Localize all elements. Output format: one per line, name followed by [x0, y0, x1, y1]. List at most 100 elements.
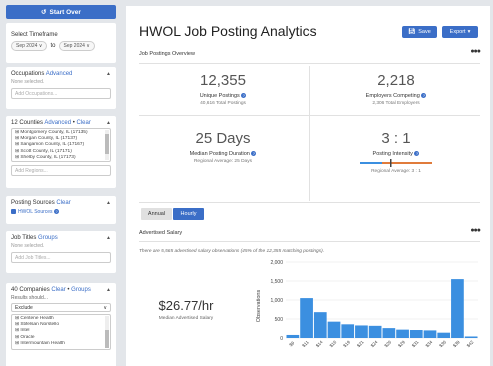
- page-title: HWOL Job Posting Analytics: [139, 23, 317, 39]
- intensity-stat: 3 : 1 Posting Intensity ? Regional Avera…: [316, 130, 476, 174]
- save-button[interactable]: 💾︎ Save: [402, 26, 437, 38]
- chart-bar[interactable]: [464, 336, 478, 338]
- help-icon[interactable]: ?: [241, 93, 247, 99]
- hwol-sources-checkbox[interactable]: HWOL Sources ?: [11, 209, 111, 215]
- undo-icon: ↺: [41, 9, 47, 16]
- timeframe-panel: Select Timeframe Sep 2024 ∨ to Sep 2024 …: [6, 23, 116, 63]
- tab-hourly[interactable]: Hourly: [173, 208, 204, 220]
- help-icon[interactable]: ?: [251, 151, 257, 157]
- median-salary-value: $26.77/hr: [158, 298, 214, 313]
- x-tick-label: $9: [288, 340, 295, 347]
- intensity-label: Posting Intensity: [372, 151, 413, 157]
- timeframe-to-select[interactable]: Sep 2024 ∨: [58, 41, 95, 51]
- median-salary-block: $26.77/hr Median Advertised Salary: [136, 298, 236, 321]
- companies-results-text: Results should...: [11, 295, 48, 301]
- x-tick-label: $39: [452, 339, 461, 348]
- chart-bar[interactable]: [409, 330, 423, 338]
- collapse-icon[interactable]: ▲: [106, 287, 111, 293]
- employers-value: 2,218: [377, 72, 415, 89]
- counties-clear-link[interactable]: Clear: [77, 120, 91, 126]
- companies-list[interactable]: ⊞ Centene Health ⊞ Stifelsan Norstello ⊞…: [11, 314, 111, 350]
- y-tick-label: 1,500: [270, 279, 283, 285]
- collapse-icon[interactable]: ▲: [106, 235, 111, 241]
- x-tick-label: $11: [301, 339, 310, 348]
- chart-bar[interactable]: [327, 321, 341, 338]
- scrollbar[interactable]: [105, 130, 109, 160]
- scrollbar[interactable]: [105, 316, 109, 348]
- duration-label: Median Posting Duration: [189, 151, 250, 157]
- counties-title: 12 Counties: [11, 120, 44, 126]
- x-tick-label: $21: [356, 339, 365, 348]
- companies-groups-link[interactable]: Groups: [71, 287, 91, 293]
- sidebar: ↺ Start Over Select Timeframe Sep 2024 ∨…: [0, 0, 121, 366]
- caret-down-icon: ▾: [467, 29, 471, 35]
- chart-bar[interactable]: [382, 328, 396, 338]
- chart-bar[interactable]: [313, 312, 327, 338]
- intensity-value: 3 : 1: [381, 130, 411, 147]
- y-tick-label: 1,000: [270, 298, 283, 304]
- companies-panel: 40 Companies Clear • Groups ▲ Results sh…: [6, 283, 116, 366]
- collapse-icon[interactable]: ▲: [106, 71, 111, 77]
- unique-postings-label: Unique Postings: [199, 93, 240, 99]
- duration-stat: 25 Days Median Posting Duration ? Region…: [143, 130, 303, 164]
- x-tick-label: $31: [411, 339, 420, 348]
- chart-bar[interactable]: [437, 332, 451, 338]
- save-label: Save: [418, 29, 431, 35]
- chevron-down-icon: ∨: [103, 305, 107, 311]
- start-over-button[interactable]: ↺ Start Over: [6, 5, 116, 19]
- collapse-icon[interactable]: ▲: [106, 200, 111, 206]
- chart-bar[interactable]: [423, 330, 437, 338]
- checkbox-icon: [11, 209, 16, 215]
- job-titles-groups-link[interactable]: Groups: [38, 235, 58, 241]
- counties-list[interactable]: ⊞ Montgomery County, IL (17135) ⊞ Morgan…: [11, 128, 111, 162]
- y-axis-label: Observations: [256, 290, 262, 323]
- list-item[interactable]: ⊞ Shelby County, IL (17173): [15, 155, 107, 161]
- help-icon[interactable]: ?: [53, 209, 59, 215]
- counties-advanced-link[interactable]: Advanced: [44, 120, 71, 126]
- export-label: Export: [449, 29, 466, 35]
- posting-sources-clear-link[interactable]: Clear: [56, 200, 70, 206]
- total-employers-text: 2,306 Total Employers: [372, 101, 420, 106]
- list-item[interactable]: ⊞ Intermountain Health: [15, 341, 107, 347]
- export-button[interactable]: Export ▾: [442, 26, 478, 38]
- chart-bar[interactable]: [396, 329, 409, 338]
- more-icon[interactable]: ●●●: [470, 48, 481, 55]
- total-postings-text: 40,616 Total Postings: [200, 101, 246, 106]
- more-icon[interactable]: ●●●: [470, 227, 481, 234]
- intensity-gauge: [360, 159, 432, 167]
- help-icon[interactable]: ?: [421, 93, 427, 99]
- job-titles-input[interactable]: Add Job Titles...: [11, 252, 111, 263]
- unique-postings-stat: 12,355 Unique Postings ? 40,616 Total Po…: [143, 72, 303, 106]
- salary-histogram: Observations 2,000 1,500 1,000 500 0 $9 $11 $1…: [256, 260, 478, 348]
- regions-input[interactable]: Add Regions...: [11, 165, 111, 176]
- collapse-icon[interactable]: ▲: [106, 120, 111, 126]
- companies-clear-link[interactable]: Clear: [51, 287, 65, 293]
- chart-bar[interactable]: [451, 279, 464, 338]
- job-titles-title: Job Titles: [11, 235, 37, 241]
- salary-observations-note: There are 5,565 advertised salary observ…: [139, 249, 325, 254]
- start-over-label: Start Over: [49, 8, 81, 16]
- chart-bar[interactable]: [368, 325, 382, 338]
- help-icon[interactable]: ?: [414, 151, 420, 157]
- duration-value: 25 Days: [195, 130, 251, 147]
- chart-bar[interactable]: [341, 324, 355, 338]
- chart-bar[interactable]: [355, 325, 368, 338]
- occupations-advanced-link[interactable]: Advanced: [46, 71, 73, 77]
- x-tick-label: $36: [438, 339, 447, 348]
- employers-stat: 2,218 Employers Competing ? 2,306 Total …: [316, 72, 476, 106]
- employers-label: Employers Competing: [365, 93, 420, 99]
- tab-annual[interactable]: Annual: [141, 208, 172, 220]
- overview-title: Job Postings Overview: [139, 51, 195, 57]
- x-tick-label: $29: [397, 339, 406, 348]
- chart-bar[interactable]: [286, 334, 300, 338]
- counties-panel: 12 Counties Advanced • Clear ▲ ⊞ Montgom…: [6, 116, 116, 188]
- posting-sources-panel: Posting Sources Clear ▲ HWOL Sources ?: [6, 196, 116, 224]
- y-tick-label: 2,000: [270, 260, 283, 266]
- timeframe-from-select[interactable]: Sep 2024 ∨: [11, 41, 48, 51]
- occupations-title: Occupations: [11, 71, 45, 77]
- companies-mode-select[interactable]: Exclude ∨: [11, 303, 111, 312]
- occupations-input[interactable]: Add Occupations...: [11, 88, 111, 99]
- timeframe-title: Select Timeframe: [11, 32, 58, 38]
- chart-bar[interactable]: [300, 298, 313, 338]
- salary-section-title: Advertised Salary: [139, 230, 183, 236]
